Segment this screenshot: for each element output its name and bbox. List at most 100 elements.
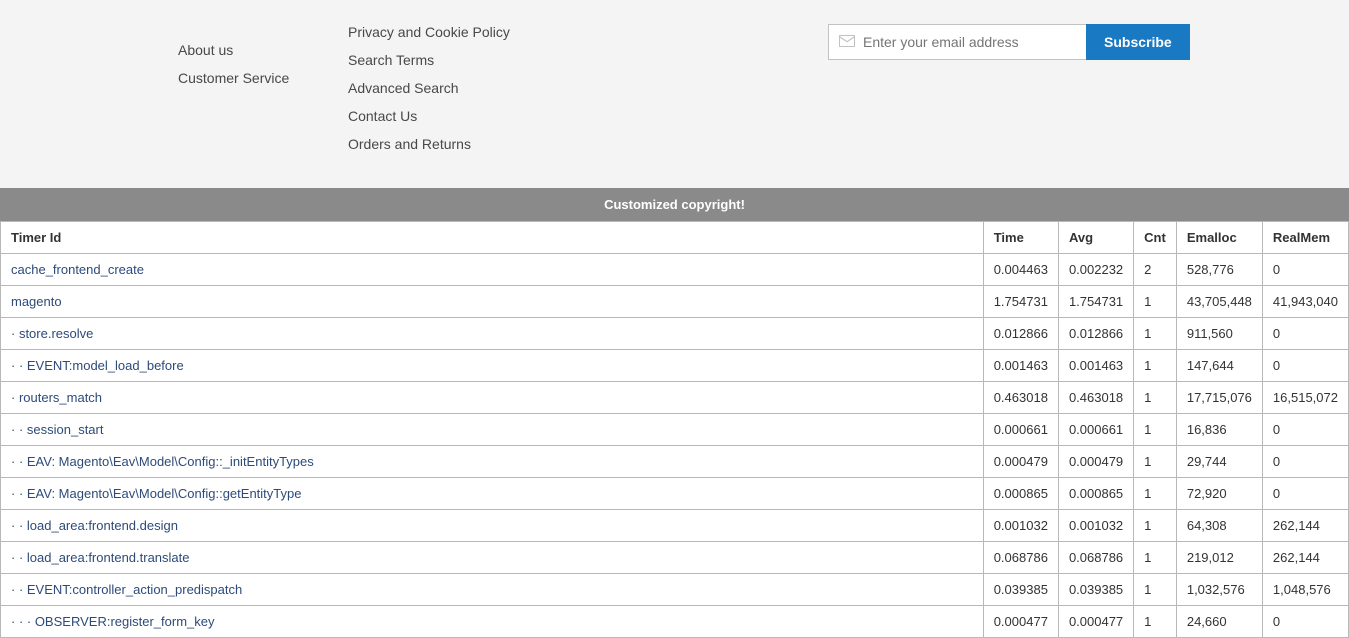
table-row: · routers_match0.4630180.463018117,715,0… <box>1 382 1349 414</box>
col-realmem: RealMem <box>1262 222 1348 254</box>
cell-realmem: 0 <box>1262 350 1348 382</box>
cell-cnt: 1 <box>1134 446 1177 478</box>
cell-avg: 1.754731 <box>1058 286 1133 318</box>
footer-link[interactable]: About us <box>178 42 348 58</box>
cell-emalloc: 43,705,448 <box>1176 286 1262 318</box>
cell-avg: 0.000479 <box>1058 446 1133 478</box>
cell-realmem: 0 <box>1262 446 1348 478</box>
email-input-container <box>828 24 1086 60</box>
profiler-thead: Timer Id Time Avg Cnt Emalloc RealMem <box>1 222 1349 254</box>
cell-cnt: 1 <box>1134 318 1177 350</box>
cell-avg: 0.012866 <box>1058 318 1133 350</box>
cell-emalloc: 528,776 <box>1176 254 1262 286</box>
col-time: Time <box>983 222 1058 254</box>
cell-id: · routers_match <box>1 382 984 414</box>
cell-realmem: 0 <box>1262 414 1348 446</box>
cell-realmem: 0 <box>1262 478 1348 510</box>
table-row: cache_frontend_create0.0044630.002232252… <box>1 254 1349 286</box>
cell-realmem: 262,144 <box>1262 510 1348 542</box>
footer-link[interactable]: Contact Us <box>348 108 828 124</box>
cell-id: magento <box>1 286 984 318</box>
cell-time: 0.463018 <box>983 382 1058 414</box>
cell-cnt: 1 <box>1134 382 1177 414</box>
cell-avg: 0.001032 <box>1058 510 1133 542</box>
col-avg: Avg <box>1058 222 1133 254</box>
cell-time: 1.754731 <box>983 286 1058 318</box>
cell-realmem: 16,515,072 <box>1262 382 1348 414</box>
table-row: · · EAV: Magento\Eav\Model\Config::getEn… <box>1 478 1349 510</box>
col-cnt: Cnt <box>1134 222 1177 254</box>
cell-id: · · EVENT:controller_action_predispatch <box>1 574 984 606</box>
cell-time: 0.039385 <box>983 574 1058 606</box>
profiler-header-row: Timer Id Time Avg Cnt Emalloc RealMem <box>1 222 1349 254</box>
cell-emalloc: 64,308 <box>1176 510 1262 542</box>
footer-col-1: About us Customer Service <box>178 24 348 164</box>
cell-id: · · EAV: Magento\Eav\Model\Config::getEn… <box>1 478 984 510</box>
cell-avg: 0.463018 <box>1058 382 1133 414</box>
footer-link[interactable]: Privacy and Cookie Policy <box>348 24 828 40</box>
footer: About us Customer Service Privacy and Coo… <box>0 0 1349 188</box>
cell-realmem: 0 <box>1262 318 1348 350</box>
cell-cnt: 1 <box>1134 478 1177 510</box>
cell-time: 0.068786 <box>983 542 1058 574</box>
profiler-tbody: cache_frontend_create0.0044630.002232252… <box>1 254 1349 638</box>
cell-emalloc: 147,644 <box>1176 350 1262 382</box>
cell-emalloc: 911,560 <box>1176 318 1262 350</box>
subscribe-button[interactable]: Subscribe <box>1086 24 1190 60</box>
cell-emalloc: 24,660 <box>1176 606 1262 638</box>
table-row: · · EVENT:controller_action_predispatch0… <box>1 574 1349 606</box>
email-input[interactable] <box>863 34 1076 50</box>
cell-realmem: 262,144 <box>1262 542 1348 574</box>
cell-cnt: 1 <box>1134 574 1177 606</box>
cell-emalloc: 219,012 <box>1176 542 1262 574</box>
cell-time: 0.000865 <box>983 478 1058 510</box>
cell-avg: 0.001463 <box>1058 350 1133 382</box>
cell-id: · store.resolve <box>1 318 984 350</box>
cell-emalloc: 1,032,576 <box>1176 574 1262 606</box>
cell-avg: 0.000865 <box>1058 478 1133 510</box>
cell-id: cache_frontend_create <box>1 254 984 286</box>
table-row: · · load_area:frontend.design0.0010320.0… <box>1 510 1349 542</box>
cell-cnt: 1 <box>1134 606 1177 638</box>
footer-link[interactable]: Orders and Returns <box>348 136 828 152</box>
cell-avg: 0.002232 <box>1058 254 1133 286</box>
table-row: · · session_start0.0006610.000661116,836… <box>1 414 1349 446</box>
cell-realmem: 0 <box>1262 254 1348 286</box>
footer-columns: About us Customer Service Privacy and Coo… <box>178 24 1349 164</box>
cell-time: 0.004463 <box>983 254 1058 286</box>
cell-emalloc: 16,836 <box>1176 414 1262 446</box>
cell-time: 0.001463 <box>983 350 1058 382</box>
cell-emalloc: 72,920 <box>1176 478 1262 510</box>
table-row: · · EVENT:model_load_before0.0014630.001… <box>1 350 1349 382</box>
col-timer-id: Timer Id <box>1 222 984 254</box>
cell-id: · · · OBSERVER:register_form_key <box>1 606 984 638</box>
footer-link[interactable]: Advanced Search <box>348 80 828 96</box>
mail-icon <box>839 35 863 50</box>
cell-realmem: 41,943,040 <box>1262 286 1348 318</box>
cell-emalloc: 29,744 <box>1176 446 1262 478</box>
cell-realmem: 0 <box>1262 606 1348 638</box>
cell-cnt: 1 <box>1134 510 1177 542</box>
footer-link[interactable]: Search Terms <box>348 52 828 68</box>
cell-id: · · load_area:frontend.design <box>1 510 984 542</box>
cell-time: 0.000479 <box>983 446 1058 478</box>
cell-time: 0.012866 <box>983 318 1058 350</box>
footer-col-newsletter: Subscribe <box>828 24 1349 164</box>
cell-avg: 0.068786 <box>1058 542 1133 574</box>
cell-cnt: 1 <box>1134 286 1177 318</box>
cell-id: · · EVENT:model_load_before <box>1 350 984 382</box>
cell-id: · · load_area:frontend.translate <box>1 542 984 574</box>
cell-time: 0.000661 <box>983 414 1058 446</box>
newsletter-form: Subscribe <box>828 24 1349 60</box>
cell-id: · · session_start <box>1 414 984 446</box>
cell-emalloc: 17,715,076 <box>1176 382 1262 414</box>
cell-avg: 0.039385 <box>1058 574 1133 606</box>
footer-link[interactable]: Customer Service <box>178 70 348 86</box>
cell-cnt: 1 <box>1134 350 1177 382</box>
table-row: · · · OBSERVER:register_form_key0.000477… <box>1 606 1349 638</box>
cell-avg: 0.000661 <box>1058 414 1133 446</box>
cell-cnt: 2 <box>1134 254 1177 286</box>
table-row: magento1.7547311.754731143,705,44841,943… <box>1 286 1349 318</box>
table-row: · · EAV: Magento\Eav\Model\Config::_init… <box>1 446 1349 478</box>
table-row: · store.resolve0.0128660.0128661911,5600 <box>1 318 1349 350</box>
